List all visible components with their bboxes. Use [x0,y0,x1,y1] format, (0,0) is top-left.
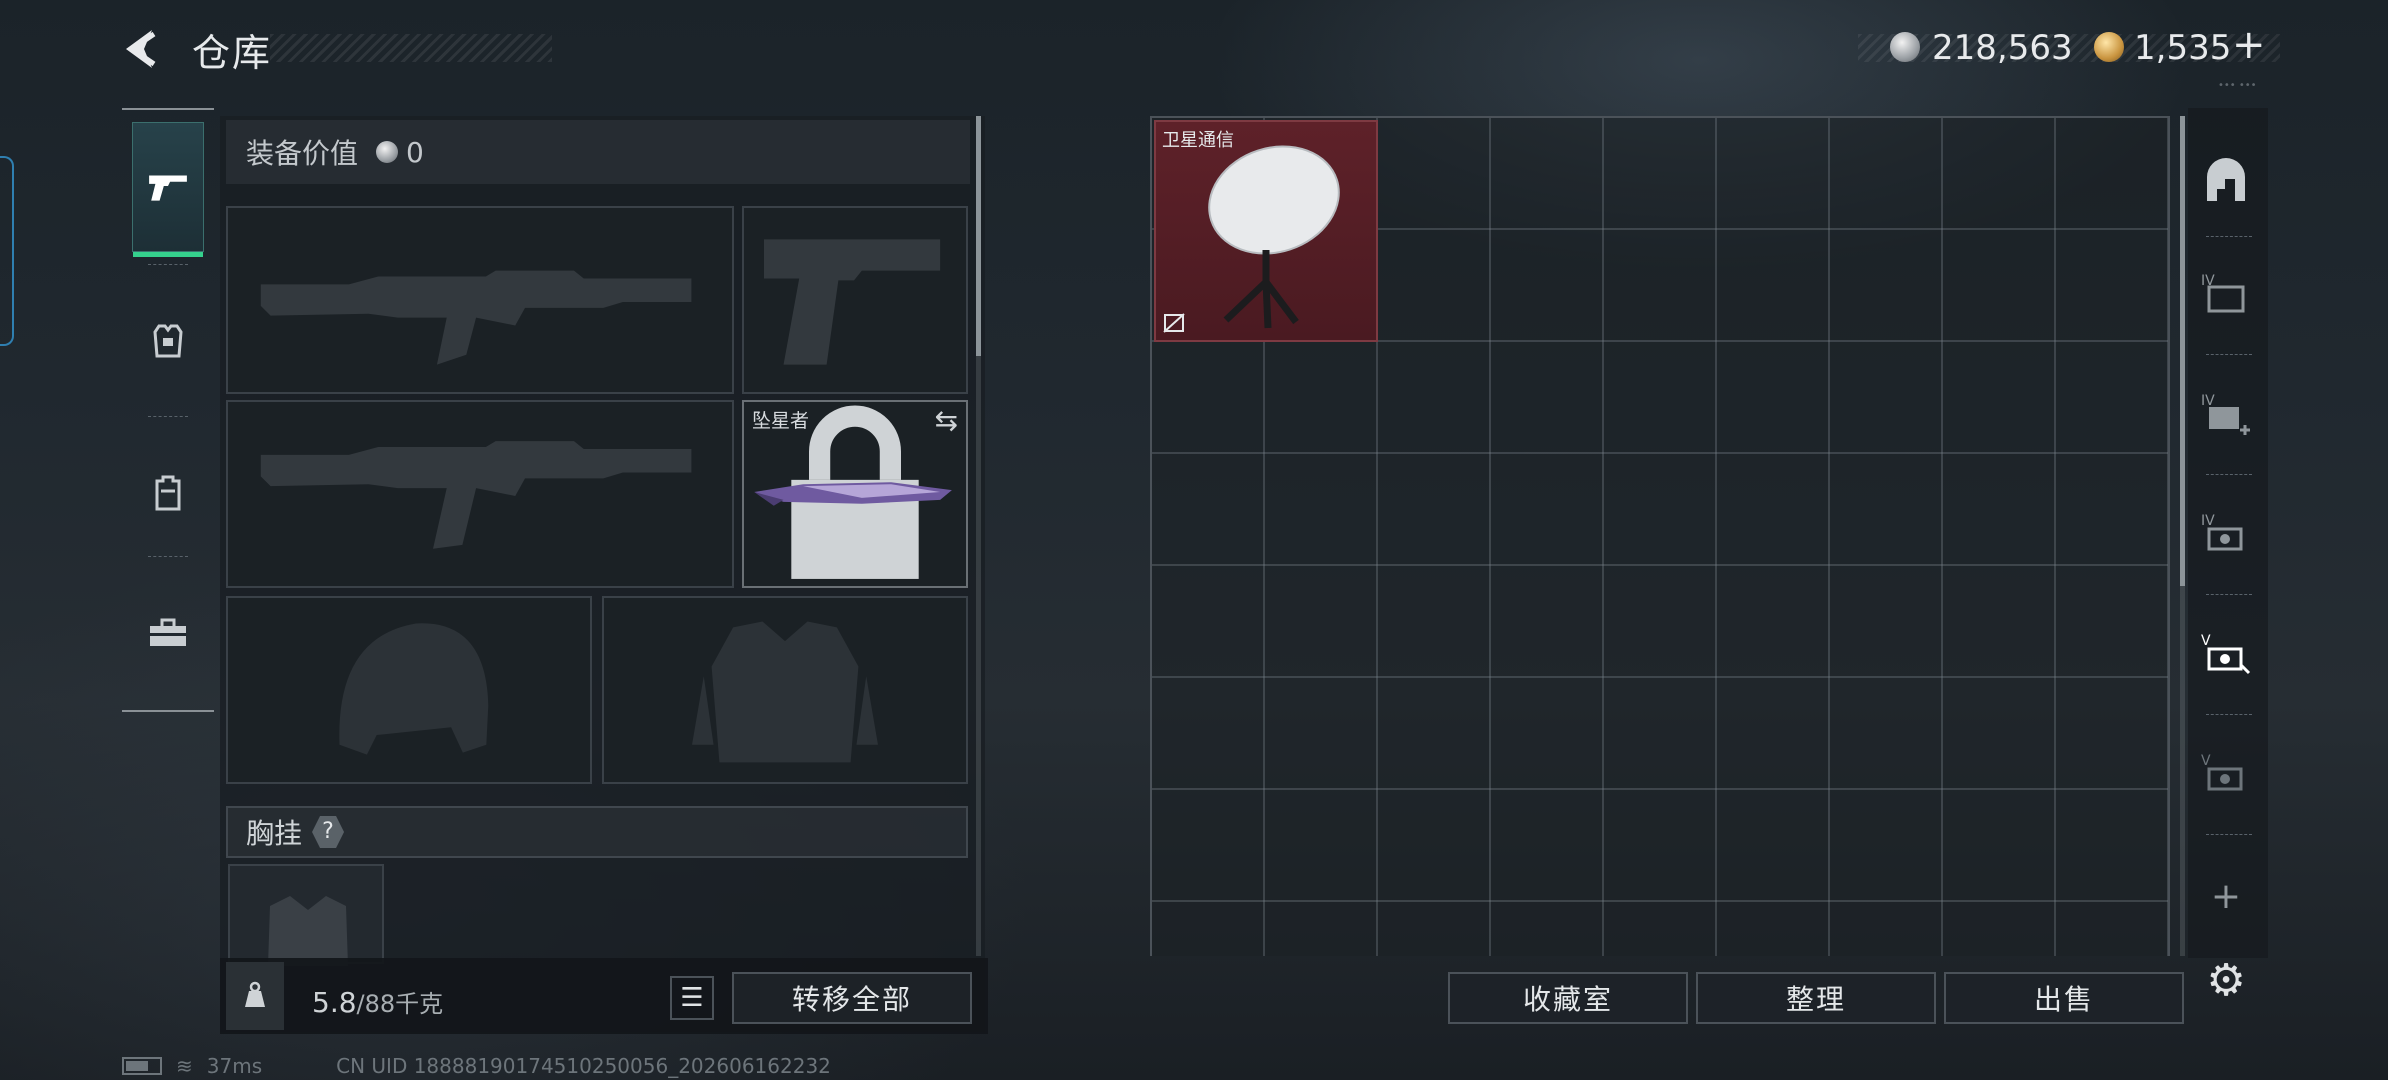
tab-divider [148,264,188,265]
help-button[interactable]: ? [312,816,345,848]
category-tabs [122,108,214,712]
chest-rig-slot[interactable] [228,864,384,966]
status-bar: ≋ 37ms CN UID 18888190174510250056_20260… [122,1054,831,1078]
stash-tab-medical[interactable]: IV [2196,384,2256,444]
uid-readout: CN UID 18888190174510250056_202606162232 [336,1054,831,1078]
stash-tab-gear-a[interactable]: IV [2196,504,2256,564]
tab-divider [148,416,188,417]
helmet-slot[interactable] [226,596,592,784]
tab-divider [2206,474,2252,475]
weight-icon [226,962,284,1030]
no-insure-icon [1163,313,1185,333]
svg-text:IV: IV [2201,393,2215,409]
add-currency-button[interactable]: + [2232,22,2266,68]
equipment-icon: IV [2201,513,2243,551]
primary-weapon-slot[interactable] [226,206,734,394]
tab-toolbox[interactable] [132,568,204,698]
tab-divider [2206,714,2252,715]
stash-home-tab[interactable] [2196,150,2256,210]
organize-button[interactable]: 整理 [1696,972,1936,1024]
svg-text:V: V [2201,633,2211,649]
chest-rig-label: 胸挂 [246,817,303,850]
weight-readout: 5.8/88千克 [312,984,443,1019]
melee-slot[interactable]: 坠星者 ⇆ [742,400,968,588]
equipment-icon: V [2201,753,2243,791]
svg-text:V: V [2201,753,2211,769]
tab-divider [2206,834,2252,835]
stash-tab-gear-c[interactable]: V [2196,744,2256,804]
backpack-icon [155,475,181,511]
secondary-weapon-slot[interactable] [226,400,734,588]
weight-unit: 千克 [395,990,444,1018]
knife-icon [754,482,952,506]
list-icon: ☰ [680,983,704,1013]
medkit-icon: IV [2201,393,2250,435]
pistol-icon [149,175,187,201]
rifle-silhouette-icon [260,441,692,549]
tab-armor[interactable] [132,276,204,406]
back-arrow-icon[interactable] [118,26,164,72]
weight-current: 5.8 [312,986,357,1019]
satellite-dish-icon [1208,145,1340,329]
equipment-value-amount: 0 [406,135,424,169]
loadout-scrollbar-thumb[interactable] [976,116,981,356]
add-stash-tab-button[interactable]: + [2196,866,2256,926]
home-arch-icon [2207,158,2245,201]
tab-backpack[interactable] [132,428,204,558]
silver-coin-icon [1890,32,1920,62]
silver-coin-icon [376,141,399,163]
equipment-value-bar: 装备价值 0 [226,120,970,184]
folder-icon: IV [2201,273,2245,313]
sell-button[interactable]: 出售 [1944,972,2184,1024]
tab-divider [2206,236,2252,237]
tab-divider [2206,594,2252,595]
rifle-silhouette-icon [260,270,692,365]
list-view-button[interactable]: ☰ [670,976,714,1020]
pistol-silhouette-icon [763,239,941,365]
helmet-silhouette-icon [339,623,489,755]
armor-vest-icon [153,324,183,358]
stash-scrollbar-thumb[interactable] [2180,116,2185,586]
tab-divider [148,556,188,557]
corner-decoration: ••• ••• [2218,80,2257,91]
wifi-icon: ≋ [176,1054,193,1078]
tab-divider [2206,354,2252,355]
silver-currency-amount: 218,563 [1932,28,2073,68]
body-armor-slot[interactable] [602,596,968,784]
edge-tab-indicator [0,156,14,346]
ping-readout: 37ms [206,1054,263,1078]
svg-text:IV: IV [2201,513,2215,529]
transfer-all-button[interactable]: 转移全部 [732,972,972,1024]
sidearm-slot[interactable] [742,206,968,394]
gold-currency-amount: 1,535 [2134,28,2232,68]
weight-max: /88 [356,990,396,1018]
gold-coin-icon [2094,32,2124,62]
gear-icon[interactable]: ⚙ [2196,950,2256,1010]
toolbox-icon [150,618,186,646]
stash-tab-folder[interactable]: IV [2196,264,2256,324]
page-title: 仓库 [192,31,273,75]
chest-rig-header: 胸挂 ? [226,806,968,858]
battery-icon [122,1057,162,1075]
tab-weapons[interactable] [132,122,204,257]
stash-panel: 卫星通信 [1150,116,2170,956]
stash-tab-gear-b[interactable]: V [2196,624,2256,684]
chest-rig-silhouette-icon [268,896,348,966]
title-decoration [270,34,552,62]
stash-item[interactable]: 卫星通信 [1154,120,1378,342]
vest-silhouette-icon [692,621,878,763]
equipment-value-label: 装备价值 [246,137,359,170]
collection-room-button[interactable]: 收藏室 [1448,972,1688,1024]
equipment-icon: V [2201,633,2251,675]
